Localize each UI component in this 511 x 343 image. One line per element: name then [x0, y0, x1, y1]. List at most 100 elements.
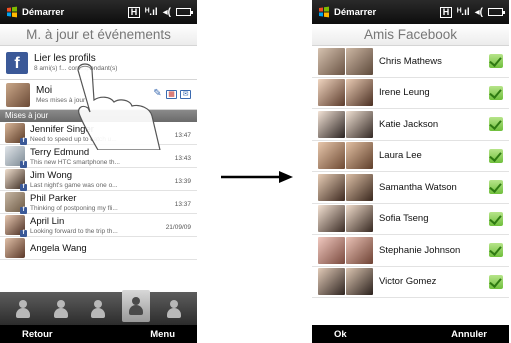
friend-row[interactable]: Irene Leung [312, 78, 509, 109]
ok-softkey[interactable]: Ok [334, 329, 347, 340]
avatar [346, 236, 373, 264]
friend-row[interactable]: Stephanie Johnson [312, 235, 509, 267]
hspa-icon: H [127, 6, 140, 18]
update-time: 13:43 [174, 155, 191, 162]
friend-row[interactable]: Chris Mathews [312, 46, 509, 78]
facebook-badge-icon: f [20, 207, 27, 214]
avatar: f [5, 215, 27, 237]
checkbox-checked-icon[interactable] [489, 180, 503, 195]
friend-row[interactable]: Victor Gomez [312, 267, 509, 298]
menu-softkey[interactable]: Menu [150, 329, 175, 340]
avatar [318, 47, 345, 75]
list-item[interactable]: f Jennifer Singer Need to speed up to cat… [0, 122, 197, 145]
tab-history[interactable] [160, 295, 188, 323]
battery-icon [488, 8, 505, 16]
cancel-softkey[interactable]: Annuler [451, 329, 487, 340]
avatar: f [5, 123, 27, 145]
tab-messages[interactable] [84, 295, 112, 323]
softkey-bar: Ok Annuler [312, 325, 509, 343]
signal-icon: ᴴ.ıl [456, 6, 470, 18]
moi-action-icons: ✎ ▦ ✉ [152, 89, 191, 99]
status-message: This new HTC smartphone th... [30, 158, 120, 166]
calendar-icon[interactable]: ▦ [166, 90, 177, 99]
status-icons: H ᴴ.ıl ◂( [439, 6, 505, 18]
friend-row[interactable]: Laura Lee [312, 141, 509, 172]
avatar [6, 82, 30, 107]
avatar: f [5, 169, 27, 191]
facebook-badge-icon: f [20, 138, 27, 145]
updates-list: f Jennifer Singer Need to speed up to cat… [0, 122, 197, 260]
battery-icon [176, 8, 193, 16]
avatar [318, 268, 345, 296]
arrow-right-icon [221, 171, 293, 183]
moi-subtitle: Mes mises à jour [36, 97, 86, 104]
status-bar: Démarrer H ᴴ.ıl ◂( [312, 0, 509, 24]
link-profiles-row[interactable]: f Lier les profils 8 ami(s) f... corresp… [0, 46, 197, 80]
avatar [346, 79, 373, 107]
facebook-badge-icon: f [20, 230, 27, 237]
checkbox-checked-icon[interactable] [489, 54, 503, 69]
avatar [346, 142, 373, 170]
list-item[interactable]: f Phil Parker Thinking of postponing my f… [0, 191, 197, 214]
friend-name: Victor Gomez [379, 276, 437, 288]
checkbox-checked-icon[interactable] [489, 211, 503, 226]
tab-info[interactable] [47, 295, 75, 323]
list-item[interactable]: f Terry Edmund This new HTC smartphone th… [0, 145, 197, 168]
update-time: 13:47 [174, 132, 191, 139]
contact-name: April Lin [30, 215, 65, 227]
avatar [318, 236, 345, 264]
avatar [346, 173, 373, 201]
friend-name: Irene Leung [379, 87, 430, 99]
checkbox-checked-icon[interactable] [489, 85, 503, 100]
section-header: Mises à jour [0, 110, 197, 122]
status-message: Thinking of postponing my fli... [30, 204, 118, 212]
link-profiles-subtitle: 8 ami(s) f... correspondant(s) [34, 65, 118, 72]
tab-updates[interactable] [122, 289, 151, 322]
tab-contacts[interactable] [9, 295, 37, 323]
checkbox-checked-icon[interactable] [489, 243, 503, 258]
list-item[interactable]: f April Lin Looking forward to the trip t… [0, 214, 197, 237]
avatar [318, 173, 345, 201]
friend-row[interactable]: Katie Jackson [312, 109, 509, 141]
list-item[interactable]: f Jim Wong Last night's game was one o...… [0, 168, 197, 191]
my-updates-row[interactable]: Moi Mes mises à jour ✎ ▦ ✉ [0, 80, 197, 110]
status-message: Looking forward to the trip th... [30, 227, 118, 235]
moi-title: Moi [36, 85, 53, 96]
friend-name: Samantha Watson [379, 181, 457, 193]
status-message: Need to speed up to catch u... [30, 135, 117, 143]
page-title: M. à jour et événements [0, 24, 197, 46]
checkbox-checked-icon[interactable] [489, 274, 503, 289]
facebook-badge-icon: f [20, 161, 27, 168]
list-item[interactable]: Angela Wang [0, 237, 197, 260]
avatar [318, 142, 345, 170]
update-time: 21/09/09 [165, 224, 191, 231]
friend-row[interactable]: Sofia Tseng [312, 204, 509, 235]
avatar [318, 205, 345, 233]
windows-logo-icon [7, 6, 17, 18]
friend-row[interactable]: Samantha Watson [312, 172, 509, 204]
tab-bar [0, 289, 197, 325]
facebook-icon: f [6, 51, 28, 74]
link-profiles-title: Lier les profils [34, 53, 96, 64]
friend-name: Stephanie Johnson [379, 244, 461, 256]
status-edit-icon[interactable]: ✎ [152, 89, 163, 99]
friend-name: Sofia Tseng [379, 213, 429, 225]
avatar [346, 47, 373, 75]
start-label: Démarrer [22, 6, 65, 18]
avatar [346, 110, 373, 138]
volume-icon: ◂( [474, 6, 483, 18]
screenshot-stage: Démarrer H ᴴ.ıl ◂( M. à jour et événemen… [0, 0, 511, 343]
avatar [346, 205, 373, 233]
start-menu[interactable]: Démarrer [318, 6, 376, 18]
contact-name: Angela Wang [30, 242, 87, 254]
avatar [5, 238, 25, 258]
volume-icon: ◂( [162, 6, 171, 18]
back-softkey[interactable]: Retour [22, 329, 53, 340]
windows-logo-icon [319, 6, 329, 18]
checkbox-checked-icon[interactable] [489, 148, 503, 163]
mail-icon[interactable]: ✉ [180, 90, 191, 99]
start-menu[interactable]: Démarrer [6, 6, 64, 18]
checkbox-checked-icon[interactable] [489, 117, 503, 132]
update-time: 13:39 [174, 178, 191, 185]
start-label: Démarrer [334, 6, 377, 18]
